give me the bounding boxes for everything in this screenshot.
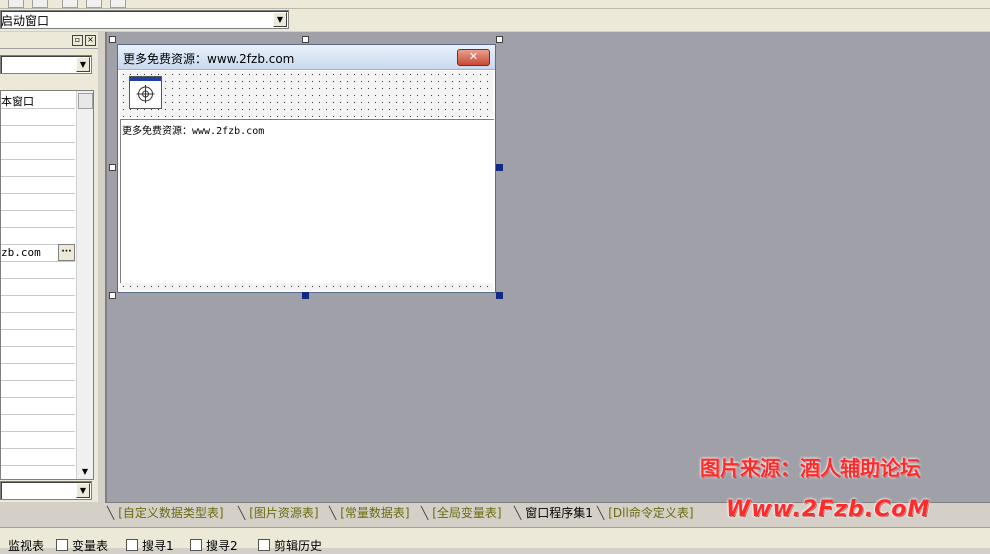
property-row[interactable] bbox=[1, 312, 75, 330]
tab-watch[interactable]: 监视表 bbox=[8, 537, 44, 554]
property-row[interactable] bbox=[1, 108, 75, 126]
label-component[interactable]: 更多免费资源：www.2fzb.com bbox=[120, 119, 494, 284]
resize-handle[interactable] bbox=[109, 36, 116, 43]
watermark-source: 图片来源：酒人辅助论坛 bbox=[700, 456, 920, 480]
chevron-down-icon[interactable]: ▼ bbox=[76, 57, 90, 72]
property-row[interactable] bbox=[1, 159, 75, 177]
timer-component[interactable] bbox=[129, 76, 162, 109]
property-value: zb.com bbox=[1, 246, 41, 259]
window-selector-row: 启动窗口 ▼ bbox=[0, 9, 990, 31]
form-window[interactable]: 更多免费资源：www.2fzb.com ✕ 更多免费资源：www.2fzb.co… bbox=[117, 44, 496, 293]
tab-search1[interactable]: 搜寻1 bbox=[126, 537, 174, 554]
property-row[interactable]: 本窗口 bbox=[1, 91, 75, 109]
window-selector-value: 启动窗口 bbox=[1, 14, 50, 28]
component-selector[interactable]: ▼ bbox=[0, 55, 92, 74]
resize-handle[interactable] bbox=[496, 292, 503, 299]
form-titlebar[interactable]: 更多免费资源：www.2fzb.com ✕ bbox=[118, 45, 495, 70]
toolbar-button[interactable] bbox=[86, 0, 102, 8]
chevron-down-icon[interactable]: ▼ bbox=[77, 465, 93, 479]
property-row[interactable] bbox=[1, 431, 75, 449]
crosshair-icon bbox=[136, 85, 155, 103]
resize-handle[interactable] bbox=[302, 292, 309, 299]
toolbar-button[interactable] bbox=[32, 0, 48, 8]
scrollbar-thumb[interactable] bbox=[78, 93, 93, 109]
property-row[interactable] bbox=[1, 278, 75, 296]
property-row[interactable] bbox=[1, 125, 75, 143]
ellipsis-button[interactable]: ··· bbox=[58, 244, 75, 261]
close-button[interactable]: ✕ bbox=[457, 49, 490, 66]
property-panel-header: ▫ × bbox=[0, 32, 98, 49]
tab-search2[interactable]: 搜寻2 bbox=[190, 537, 238, 554]
tab-global-vars[interactable]: ╲ [全局变量表] bbox=[421, 503, 502, 524]
property-row[interactable] bbox=[1, 329, 75, 347]
chevron-down-icon[interactable]: ▼ bbox=[273, 12, 287, 27]
property-row[interactable] bbox=[1, 363, 75, 381]
close-icon[interactable]: × bbox=[85, 35, 96, 46]
resize-handle[interactable] bbox=[302, 36, 309, 43]
tab-custom-types[interactable]: ╲ [自定义数据类型表] bbox=[107, 503, 224, 524]
watermark-url: Www.2Fzb.CoM bbox=[726, 497, 931, 522]
search-icon bbox=[190, 539, 202, 551]
clipboard-icon bbox=[258, 539, 270, 551]
property-scrollbar[interactable]: ▼ bbox=[76, 91, 93, 479]
form-grid-area-bottom bbox=[120, 283, 493, 291]
form-grid-area[interactable] bbox=[120, 71, 493, 117]
toolbar-button[interactable] bbox=[8, 0, 24, 8]
toolbar-button[interactable] bbox=[110, 0, 126, 8]
glasses-icon bbox=[56, 539, 68, 551]
tab-variables[interactable]: 变量表 bbox=[56, 537, 108, 554]
property-row[interactable] bbox=[1, 261, 75, 279]
property-row[interactable] bbox=[1, 346, 75, 364]
tab-image-resources[interactable]: ╲ [图片资源表] bbox=[238, 503, 319, 524]
property-panel: ▫ × ▼ 本窗口 zb.com ··· ▼ ▼ bbox=[0, 32, 98, 502]
resize-handle[interactable] bbox=[496, 164, 503, 171]
event-selector[interactable]: ▼ bbox=[0, 481, 92, 500]
property-row[interactable] bbox=[1, 142, 75, 160]
toolbar-button[interactable] bbox=[62, 0, 78, 8]
form-title: 更多免费资源：www.2fzb.com bbox=[123, 52, 295, 66]
toolbar bbox=[0, 0, 990, 9]
tab-clip-history[interactable]: 剪辑历史 bbox=[258, 537, 322, 554]
tab-constants[interactable]: ╲ [常量数据表] bbox=[329, 503, 410, 524]
window-selector[interactable]: 启动窗口 ▼ bbox=[0, 10, 289, 29]
search-icon bbox=[126, 539, 138, 551]
property-row[interactable] bbox=[1, 448, 75, 466]
tab-window-assembly[interactable]: ╲ 窗口程序集1 bbox=[514, 503, 593, 524]
bottom-panel-tabs: 监视表 变量表 搜寻1 搜寻2 剪辑历史 bbox=[0, 527, 990, 553]
resize-handle[interactable] bbox=[496, 36, 503, 43]
property-row[interactable] bbox=[1, 210, 75, 228]
property-row[interactable] bbox=[1, 414, 75, 432]
tab-dll-commands[interactable]: ╲ [Dll命令定义表] bbox=[597, 503, 694, 524]
property-row[interactable] bbox=[1, 193, 75, 211]
property-row[interactable] bbox=[1, 176, 75, 194]
restore-icon[interactable]: ▫ bbox=[72, 35, 83, 46]
property-value: 本窗口 bbox=[1, 95, 34, 108]
chevron-down-icon[interactable]: ▼ bbox=[76, 483, 90, 498]
resize-handle[interactable] bbox=[109, 292, 116, 299]
property-row[interactable] bbox=[1, 397, 75, 415]
resize-handle[interactable] bbox=[109, 164, 116, 171]
label-text: 更多免费资源：www.2fzb.com bbox=[122, 126, 265, 137]
property-row[interactable] bbox=[1, 295, 75, 313]
property-grid[interactable]: 本窗口 zb.com ··· ▼ bbox=[0, 90, 94, 480]
property-row[interactable] bbox=[1, 227, 75, 245]
property-row[interactable] bbox=[1, 380, 75, 398]
